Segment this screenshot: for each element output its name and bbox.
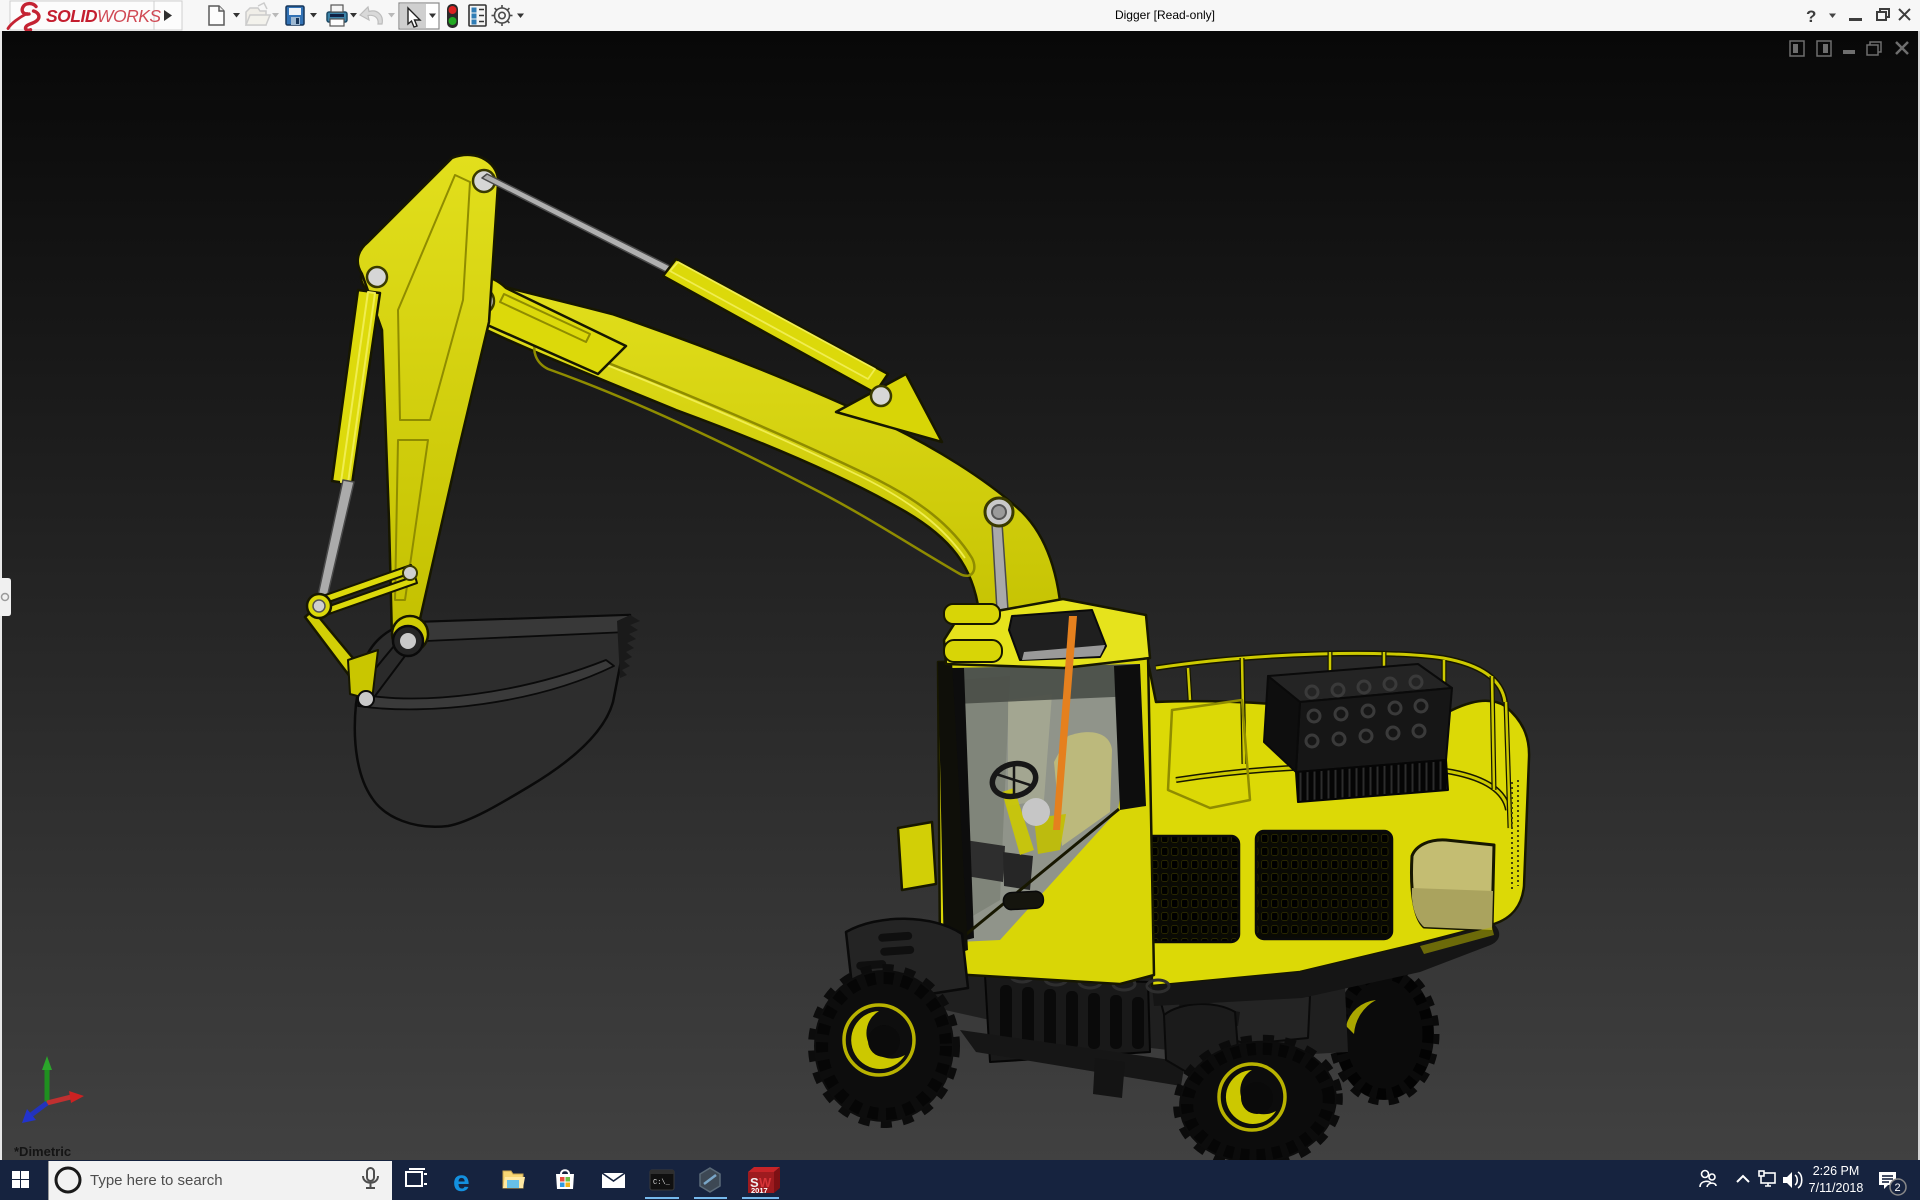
svg-text:e: e (453, 1165, 470, 1198)
svg-text:2017: 2017 (751, 1186, 768, 1195)
svg-text:2: 2 (1895, 1182, 1901, 1194)
svg-text:?: ? (1806, 7, 1816, 26)
svg-text:C:\_: C:\_ (653, 1179, 671, 1187)
svg-text:SOLIDWORKS: SOLIDWORKS (46, 6, 161, 26)
svg-text:*Dimetric: *Dimetric (14, 1144, 71, 1159)
